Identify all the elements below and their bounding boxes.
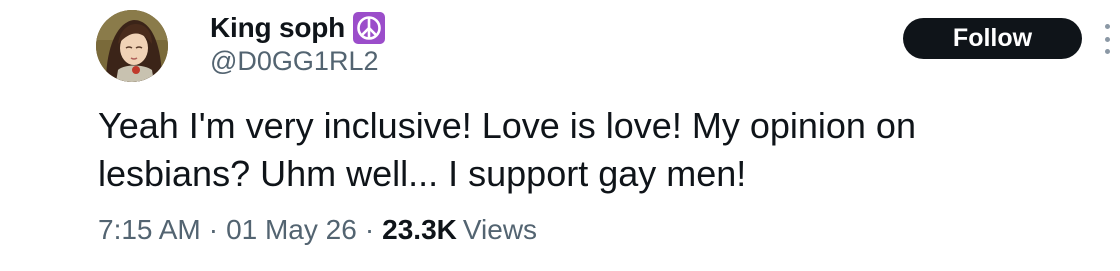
display-name[interactable]: King soph [210,12,345,44]
peace-symbol-icon [353,12,386,44]
follow-button[interactable]: Follow [903,18,1082,59]
author-name-row: King soph [210,8,386,48]
user-handle[interactable]: @D0GG1RL2 [210,46,378,77]
tweet-text: Yeah I'm very inclusive! Love is love! M… [98,105,916,194]
tweet-card: King soph @D0GG1RL2 Follow Yeah I'm very… [0,0,1120,271]
meta-separator: · [208,214,219,245]
vertical-ellipsis-icon[interactable] [1100,24,1114,54]
tweet-meta: 7:15 AM · 01 May 26 · 23.3K Views [98,214,537,246]
tweet-time[interactable]: 7:15 AM [98,214,201,246]
tweet-date[interactable]: 01 May 26 [226,214,357,246]
avatar[interactable] [96,10,168,82]
views-label: Views [462,214,538,245]
views-count[interactable]: 23.3K [382,214,457,246]
avatar-image [96,10,168,82]
meta-separator: · [364,214,375,245]
